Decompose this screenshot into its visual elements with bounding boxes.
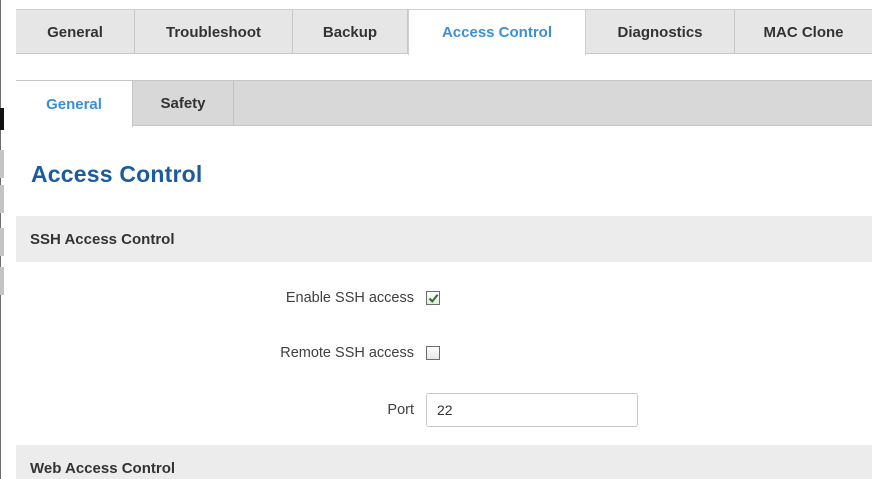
tab-diagnostics[interactable]: Diagnostics — [586, 10, 735, 54]
tab-backup[interactable]: Backup — [293, 10, 408, 54]
remote-ssh-checkbox[interactable] — [426, 346, 440, 360]
left-edge-tab — [0, 185, 4, 213]
main-tab-bar: General Troubleshoot Backup Access Contr… — [16, 9, 872, 55]
enable-ssh-row: Enable SSH access — [16, 283, 872, 313]
web-section-header: Web Access Control — [16, 445, 872, 479]
remote-ssh-label: Remote SSH access — [280, 345, 414, 361]
tab-access-control[interactable]: Access Control — [408, 9, 586, 55]
left-edge-tab — [0, 150, 4, 178]
page-title: Access Control — [31, 161, 203, 187]
tab-general[interactable]: General — [16, 10, 135, 54]
port-input[interactable] — [426, 393, 638, 427]
left-edge-tab — [0, 267, 4, 295]
remote-ssh-row: Remote SSH access — [16, 338, 872, 368]
tab-mac-clone[interactable]: MAC Clone — [735, 10, 872, 54]
port-row: Port — [16, 392, 872, 428]
subtab-safety[interactable]: Safety — [133, 81, 234, 125]
port-label: Port — [387, 402, 414, 418]
access-control-page: General Troubleshoot Backup Access Contr… — [0, 0, 872, 479]
enable-ssh-label: Enable SSH access — [285, 290, 414, 306]
subtab-general[interactable]: General — [16, 81, 133, 127]
checkmark-icon — [428, 294, 439, 303]
tab-troubleshoot[interactable]: Troubleshoot — [135, 10, 293, 54]
left-edge-marker — [0, 108, 4, 130]
left-edge-tab — [0, 228, 4, 256]
sub-tab-bar: General Safety — [16, 80, 872, 127]
enable-ssh-checkbox[interactable] — [426, 291, 440, 305]
ssh-section-header: SSH Access Control — [16, 216, 872, 262]
